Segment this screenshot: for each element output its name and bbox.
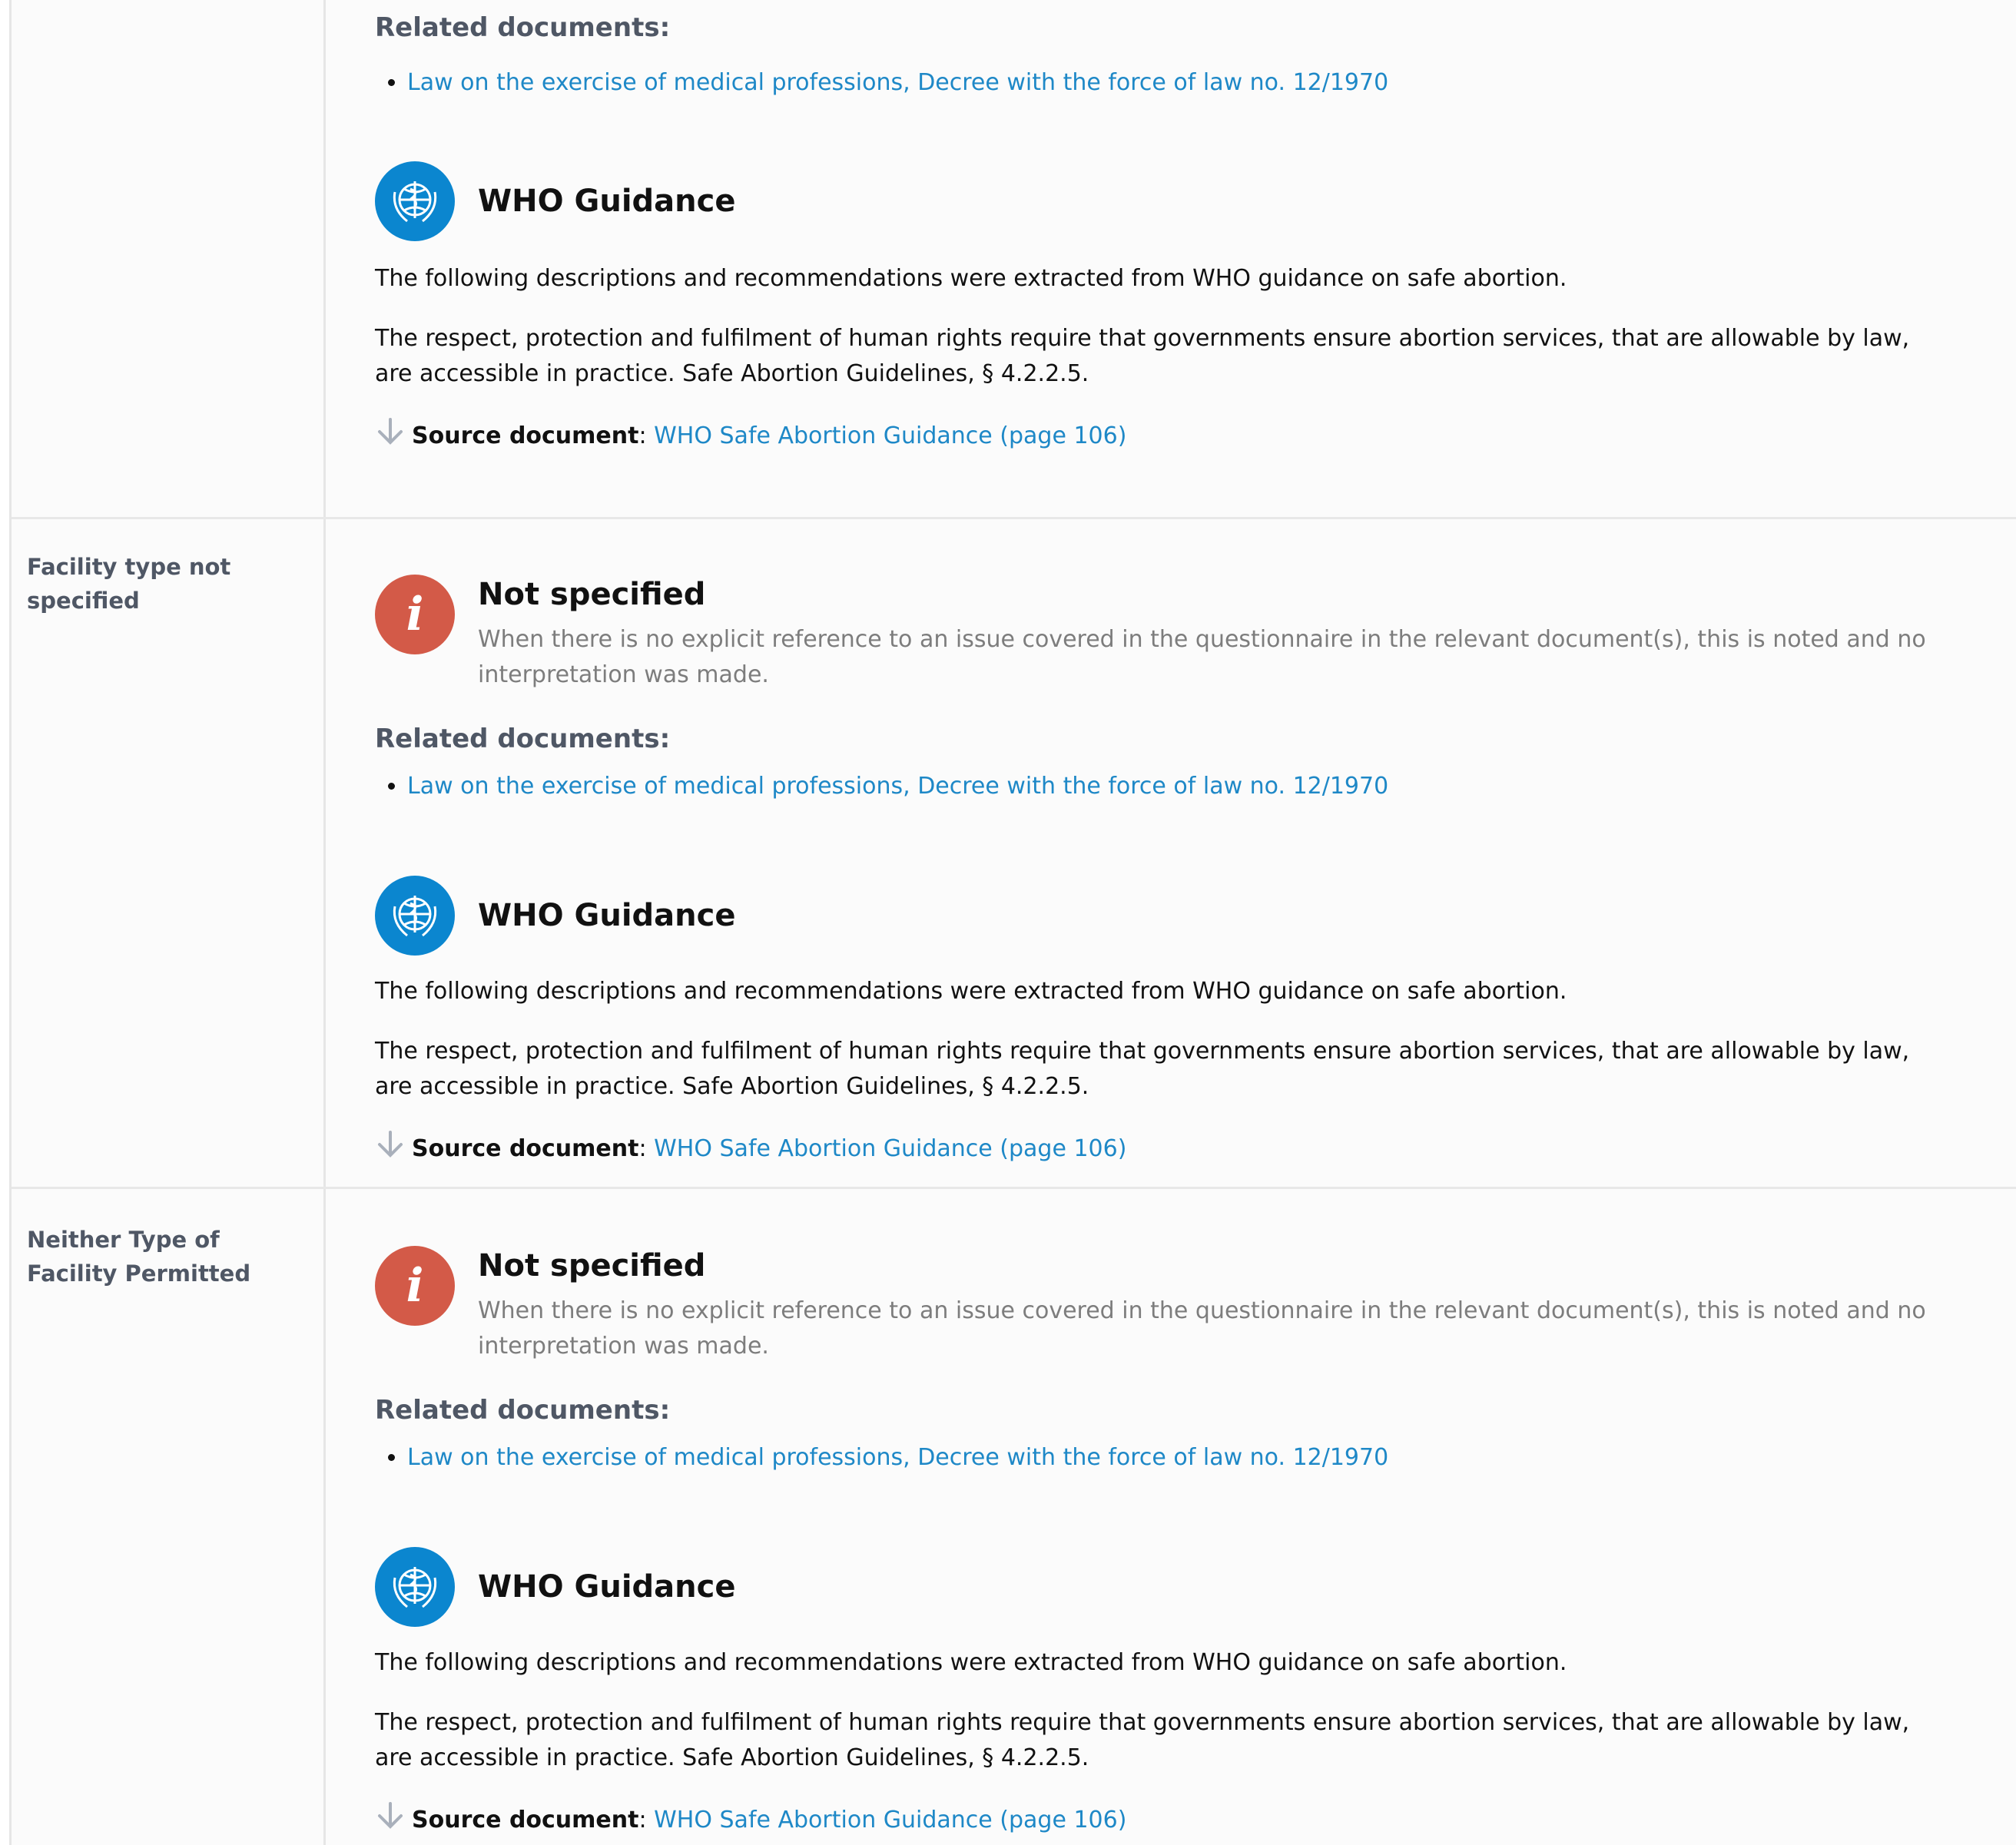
source-document-label: Source document xyxy=(412,1807,639,1833)
source-document-link[interactable]: WHO Safe Abortion Guidance (page 106) xyxy=(654,422,1126,449)
table-row: Related documents: Law on the exercise o… xyxy=(12,0,2016,519)
column-divider xyxy=(323,519,326,1187)
source-separator: : xyxy=(638,1807,647,1833)
download-arrow-icon[interactable] xyxy=(375,1129,412,1170)
not-specified-description: When there is no explicit reference to a… xyxy=(478,626,1926,688)
source-document-label: Source document xyxy=(412,422,639,449)
who-intro: The following descriptions and recommend… xyxy=(375,978,1567,1005)
table-row: Facility type not specified i Not specif… xyxy=(12,519,2016,1189)
row-label: Facility type not specified xyxy=(27,554,231,614)
who-guidance-title: WHO Guidance xyxy=(478,898,736,933)
related-documents-list: Law on the exercise of medical professio… xyxy=(375,1441,1958,1475)
related-documents: Related documents: Law on the exercise o… xyxy=(375,720,1958,803)
related-documents-heading: Related documents: xyxy=(375,1395,671,1426)
related-documents-list: Law on the exercise of medical professio… xyxy=(375,770,1958,803)
info-icon: i xyxy=(375,575,455,654)
source-separator: : xyxy=(638,1135,647,1162)
table-row: Neither Type of Facility Permitted i Not… xyxy=(12,1189,2016,1845)
related-documents-heading: Related documents: xyxy=(375,724,671,754)
not-specified-title: Not specified xyxy=(478,577,706,612)
not-specified-notice: i Not specified When there is no explici… xyxy=(375,575,1958,705)
who-intro: The following descriptions and recommend… xyxy=(375,265,1567,292)
who-recommendation: The respect, protection and fulfilment o… xyxy=(375,1038,1910,1100)
country-profile-table: Related documents: Law on the exercise o… xyxy=(9,0,2016,1845)
who-guidance-title: WHO Guidance xyxy=(478,1569,736,1605)
column-divider xyxy=(323,1189,326,1845)
who-emblem-icon xyxy=(375,1547,455,1627)
related-documents-heading: Related documents: xyxy=(375,12,671,43)
source-document: Source document: WHO Safe Abortion Guida… xyxy=(375,416,1126,457)
list-item: Law on the exercise of medical professio… xyxy=(407,1441,1958,1475)
related-documents: Related documents: Law on the exercise o… xyxy=(375,9,1958,100)
related-document-link[interactable]: Law on the exercise of medical professio… xyxy=(407,773,1388,800)
not-specified-notice: i Not specified When there is no explici… xyxy=(375,1246,1958,1376)
row-label: Neither Type of Facility Permitted xyxy=(27,1227,251,1287)
source-document: Source document: WHO Safe Abortion Guida… xyxy=(375,1129,1126,1170)
not-specified-description: When there is no explicit reference to a… xyxy=(478,1297,1926,1360)
who-guidance-header: WHO Guidance xyxy=(375,876,1958,956)
who-recommendation: The respect, protection and fulfilment o… xyxy=(375,1709,1910,1771)
not-specified-title: Not specified xyxy=(478,1248,706,1284)
list-item: Law on the exercise of medical professio… xyxy=(407,66,1958,100)
download-arrow-icon[interactable] xyxy=(375,416,412,457)
who-guidance-title: WHO Guidance xyxy=(478,184,736,219)
download-arrow-icon[interactable] xyxy=(375,1800,412,1841)
list-item: Law on the exercise of medical professio… xyxy=(407,770,1958,803)
related-document-link[interactable]: Law on the exercise of medical professio… xyxy=(407,1444,1388,1471)
related-documents-list: Law on the exercise of medical professio… xyxy=(375,66,1958,100)
who-emblem-icon xyxy=(375,876,455,956)
who-guidance-header: WHO Guidance xyxy=(375,161,1958,241)
related-documents: Related documents: Law on the exercise o… xyxy=(375,1392,1958,1475)
info-icon: i xyxy=(375,1246,455,1326)
source-document: Source document: WHO Safe Abortion Guida… xyxy=(375,1800,1126,1841)
who-emblem-icon xyxy=(375,161,455,241)
who-recommendation: The respect, protection and fulfilment o… xyxy=(375,325,1910,387)
source-document-link[interactable]: WHO Safe Abortion Guidance (page 106) xyxy=(654,1135,1126,1162)
column-divider xyxy=(323,0,326,517)
who-guidance-header: WHO Guidance xyxy=(375,1547,1958,1627)
who-intro: The following descriptions and recommend… xyxy=(375,1649,1567,1676)
source-document-link[interactable]: WHO Safe Abortion Guidance (page 106) xyxy=(654,1807,1126,1833)
source-document-label: Source document xyxy=(412,1135,639,1162)
related-document-link[interactable]: Law on the exercise of medical professio… xyxy=(407,69,1388,96)
source-separator: : xyxy=(638,422,647,449)
